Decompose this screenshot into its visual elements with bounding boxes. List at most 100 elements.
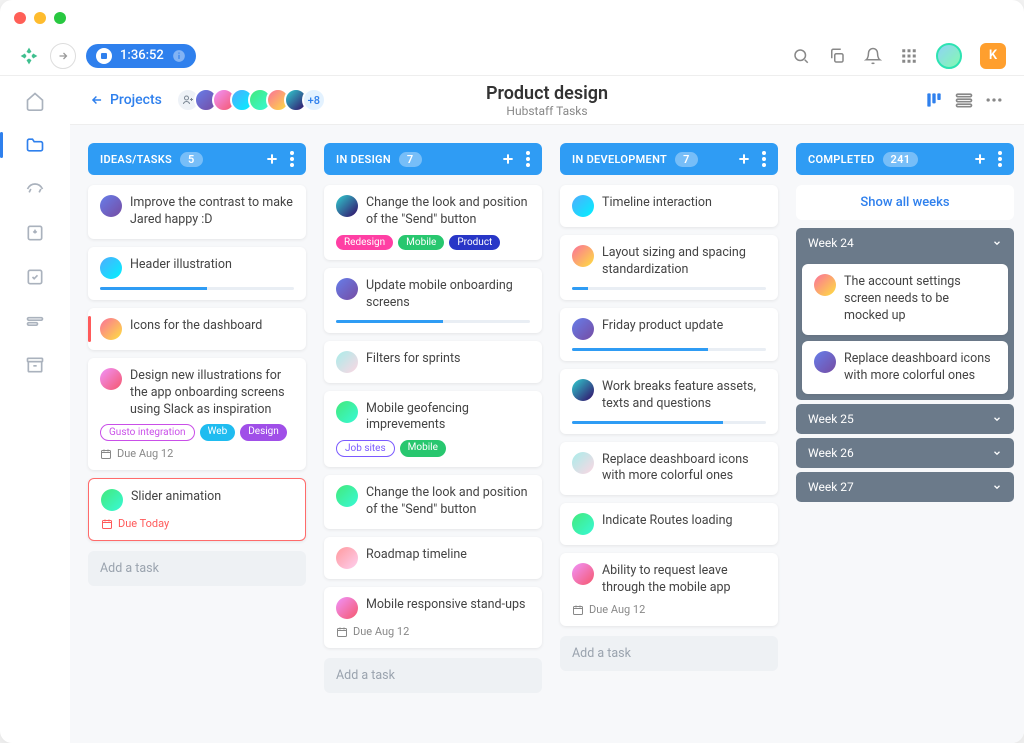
- close-window-button[interactable]: [14, 12, 26, 24]
- kebab-icon[interactable]: [762, 151, 766, 167]
- due-date: Due Aug 12: [572, 603, 766, 616]
- task-card[interactable]: Mobile responsive stand-upsDue Aug 12: [324, 587, 542, 648]
- column-count: 5: [180, 152, 203, 167]
- card-title: Ability to request leave through the mob…: [602, 563, 766, 597]
- column-header[interactable]: COMPLETED 241: [796, 143, 1014, 175]
- week-header[interactable]: Week 25: [796, 404, 1014, 434]
- progress-bar: [100, 287, 294, 290]
- task-card[interactable]: Indicate Routes loading: [560, 503, 778, 545]
- card-title: Mobile responsive stand-ups: [366, 597, 525, 614]
- checklist-icon[interactable]: [24, 266, 46, 288]
- assignee-avatar: [572, 195, 594, 217]
- assignee-avatar: [572, 513, 594, 535]
- task-card[interactable]: Icons for the dashboard: [88, 308, 306, 350]
- task-card[interactable]: Friday product update: [560, 308, 778, 361]
- task-card[interactable]: Roadmap timeline: [324, 537, 542, 579]
- task-card[interactable]: Replace deashboard icons with more color…: [802, 341, 1008, 395]
- workspace-badge[interactable]: K: [980, 43, 1006, 69]
- forward-button[interactable]: [50, 43, 76, 69]
- card-title: Slider animation: [131, 489, 221, 506]
- roadmap-icon[interactable]: [24, 310, 46, 332]
- search-icon[interactable]: [792, 47, 810, 65]
- tag: Product: [449, 235, 500, 250]
- task-card[interactable]: Work breaks feature assets, texts and qu…: [560, 369, 778, 434]
- week-header[interactable]: Week 27: [796, 472, 1014, 502]
- card-title: Roadmap timeline: [366, 547, 467, 564]
- page-subtitle: Hubstaff Tasks: [486, 104, 608, 118]
- plus-icon[interactable]: [500, 151, 516, 167]
- card-title: Icons for the dashboard: [130, 318, 262, 335]
- task-card[interactable]: Ability to request leave through the mob…: [560, 553, 778, 626]
- more-icon[interactable]: [984, 90, 1004, 110]
- add-task-button[interactable]: Add a task: [560, 636, 778, 671]
- column-header[interactable]: IDEAS/TASKS 5: [88, 143, 306, 175]
- home-icon[interactable]: [24, 90, 46, 112]
- add-task-button[interactable]: Add a task: [324, 658, 542, 693]
- plus-icon[interactable]: [264, 151, 280, 167]
- sidebar: [0, 76, 70, 743]
- kebab-icon[interactable]: [526, 151, 530, 167]
- info-icon: [172, 49, 186, 63]
- chevron-down-icon: [992, 238, 1002, 248]
- card-title: Indicate Routes loading: [602, 513, 733, 530]
- member-overflow-count[interactable]: +8: [302, 88, 326, 112]
- kebab-icon[interactable]: [998, 151, 1002, 167]
- card-title: Update mobile onboarding screens: [366, 278, 530, 312]
- page-header: Projects +8 Product design Hubstaff Task…: [70, 76, 1024, 125]
- card-title: Replace deashboard icons with more color…: [602, 452, 766, 486]
- task-card[interactable]: The account settings screen needs to be …: [802, 264, 1008, 335]
- card-title: Change the look and position of the "Sen…: [366, 195, 530, 229]
- show-all-weeks-button[interactable]: Show all weeks: [796, 185, 1014, 220]
- calendar-icon: [100, 448, 112, 460]
- task-card[interactable]: Slider animation Due Today: [88, 478, 306, 541]
- assignee-avatar: [814, 351, 836, 373]
- plus-icon[interactable]: [972, 151, 988, 167]
- timer-widget[interactable]: 1:36:52: [86, 44, 196, 68]
- week-label: Week 25: [808, 412, 854, 426]
- task-card[interactable]: Filters for sprints: [324, 341, 542, 383]
- task-card[interactable]: Design new illustrations for the app onb…: [88, 358, 306, 471]
- assignee-avatar: [336, 195, 358, 217]
- chevron-down-icon: [992, 414, 1002, 424]
- apps-grid-icon[interactable]: [900, 47, 918, 65]
- minimize-window-button[interactable]: [34, 12, 46, 24]
- column-title: IN DESIGN: [336, 153, 391, 166]
- folder-icon[interactable]: [24, 134, 46, 156]
- task-card[interactable]: Update mobile onboarding screens: [324, 268, 542, 333]
- maximize-window-button[interactable]: [54, 12, 66, 24]
- member-avatars[interactable]: +8: [176, 88, 326, 112]
- board-view-icon[interactable]: [924, 90, 944, 110]
- kebab-icon[interactable]: [290, 151, 294, 167]
- tag: Web: [200, 424, 236, 441]
- user-avatar[interactable]: [936, 43, 962, 69]
- column-header[interactable]: IN DESIGN 7: [324, 143, 542, 175]
- task-card[interactable]: Change the look and position of the "Sen…: [324, 475, 542, 529]
- add-task-button[interactable]: Add a task: [88, 551, 306, 586]
- chevron-down-icon: [992, 448, 1002, 458]
- week-header[interactable]: Week 24: [796, 228, 1014, 258]
- task-card[interactable]: Layout sizing and spacing standardizatio…: [560, 235, 778, 300]
- column-header[interactable]: IN DEVELOPMENT 7: [560, 143, 778, 175]
- stop-icon[interactable]: [96, 48, 112, 64]
- list-view-icon[interactable]: [954, 90, 974, 110]
- task-card[interactable]: Change the look and position of the "Sen…: [324, 185, 542, 260]
- task-card[interactable]: Header illustration: [88, 247, 306, 300]
- assignee-avatar: [101, 489, 123, 511]
- app-logo: [18, 45, 40, 67]
- column-design: IN DESIGN 7 Change the look and position…: [324, 143, 542, 725]
- task-card[interactable]: Improve the contrast to make Jared happy…: [88, 185, 306, 239]
- task-card[interactable]: Replace deashboard icons with more color…: [560, 442, 778, 496]
- copy-icon[interactable]: [828, 47, 846, 65]
- bell-icon[interactable]: [864, 47, 882, 65]
- assignee-avatar: [336, 278, 358, 300]
- task-card[interactable]: Mobile geofencing imprevements Job sites…: [324, 391, 542, 468]
- back-to-projects-link[interactable]: Projects: [90, 92, 162, 108]
- card-title: Timeline interaction: [602, 195, 712, 212]
- archive-icon[interactable]: [24, 354, 46, 376]
- inbox-icon[interactable]: [24, 222, 46, 244]
- due-date: Due Today: [101, 517, 293, 530]
- plus-icon[interactable]: [736, 151, 752, 167]
- task-card[interactable]: Timeline interaction: [560, 185, 778, 227]
- sprint-icon[interactable]: [24, 178, 46, 200]
- week-header[interactable]: Week 26: [796, 438, 1014, 468]
